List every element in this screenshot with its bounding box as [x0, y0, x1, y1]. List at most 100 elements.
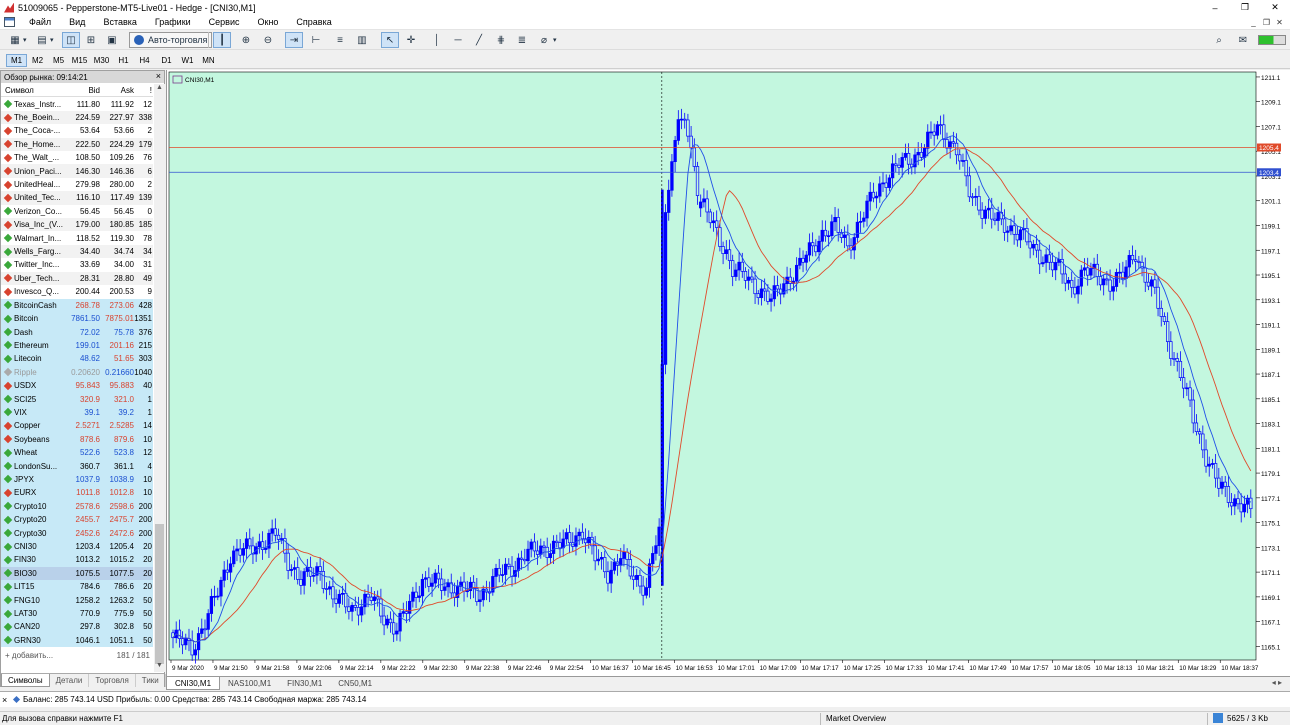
market-watch-row[interactable]: BitcoinCash 268.78 273.06 428: [1, 298, 153, 312]
tf-d1[interactable]: D1: [156, 54, 177, 67]
market-watch-row[interactable]: UnitedHeal... 279.98 280.00 2: [1, 178, 153, 191]
market-watch-row[interactable]: The_Coca-... 53.64 53.66 2: [1, 124, 153, 137]
profiles-icon[interactable]: ▤: [33, 32, 51, 48]
toolbox-close-button[interactable]: ×: [2, 695, 7, 705]
menu-insert[interactable]: Вставка: [94, 17, 145, 27]
chart-tab-nas100[interactable]: NAS100,M1: [220, 677, 279, 690]
tf-m5[interactable]: M5: [48, 54, 69, 67]
chat-icon[interactable]: ✉: [1234, 32, 1252, 48]
menu-tools[interactable]: Сервис: [200, 17, 249, 27]
mdi-minimize-button[interactable]: _: [1247, 15, 1260, 30]
chart-tab-cni30[interactable]: CNI30,M1: [166, 677, 221, 690]
tab-trading[interactable]: Торговля: [89, 674, 136, 687]
scroll-up-icon[interactable]: ▲: [154, 84, 165, 94]
menu-view[interactable]: Вид: [60, 17, 94, 27]
shapes-dropdown-icon[interactable]: ▾: [553, 32, 557, 48]
market-watch-row[interactable]: Copper 2.5271 2.5285 14: [1, 419, 153, 433]
market-watch-row[interactable]: USDX 95.843 95.883 40: [1, 378, 153, 393]
market-watch-row[interactable]: Wheat 522.6 523.8 12: [1, 445, 153, 460]
tf-m30[interactable]: M30: [91, 54, 112, 67]
tf-m2[interactable]: M2: [27, 54, 48, 67]
maximize-button[interactable]: ❐: [1230, 0, 1260, 15]
menu-window[interactable]: Окно: [249, 17, 288, 27]
plot-area[interactable]: [168, 71, 1257, 661]
market-watch-row[interactable]: Texas_Instr... 111.80 111.92 12: [1, 97, 153, 110]
channel-icon[interactable]: ⋕: [492, 32, 510, 48]
price-chart[interactable]: 1211.11209.11207.11205.11203.11201.11199…: [167, 70, 1290, 676]
market-watch-icon[interactable]: ◫: [62, 32, 80, 48]
fibonacci-icon[interactable]: ≣: [513, 32, 531, 48]
new-chart-icon[interactable]: ▦: [6, 32, 24, 48]
menu-file[interactable]: Файл: [20, 17, 60, 27]
trend-line-icon[interactable]: ╱: [470, 32, 488, 48]
mdi-restore-button[interactable]: ❐: [1260, 15, 1273, 30]
candlestick-icon[interactable]: ┃: [213, 32, 231, 48]
market-watch-row[interactable]: GRN30 1046.1 1051.1 50: [1, 633, 153, 648]
chart-tabs-scroll-icon[interactable]: ◂ ▸: [1272, 678, 1282, 687]
scroll-down-icon[interactable]: ▼: [154, 662, 165, 672]
indicators-icon[interactable]: ≡: [331, 32, 349, 48]
zoom-in-icon[interactable]: ⊕: [237, 32, 255, 48]
vertical-line-icon[interactable]: │: [428, 32, 446, 48]
market-watch-close-button[interactable]: ×: [156, 71, 161, 81]
market-watch-row[interactable]: CNI30 1203.4 1205.4 20: [1, 539, 153, 554]
chart-tab-fin30[interactable]: FIN30,M1: [279, 677, 330, 690]
add-symbol-link[interactable]: + добавить...: [5, 651, 53, 660]
chart-shift-icon[interactable]: ⊢: [307, 32, 325, 48]
tab-details[interactable]: Детали: [50, 674, 90, 687]
mdi-close-button[interactable]: ✕: [1273, 15, 1286, 30]
add-symbol-row[interactable]: + добавить... 181 / 181: [1, 649, 153, 662]
market-watch-row[interactable]: LondonSu... 360.7 361.1 4: [1, 459, 153, 473]
zoom-out-icon[interactable]: ⊖: [259, 32, 277, 48]
tab-ticks[interactable]: Тики: [136, 674, 166, 687]
market-watch-row[interactable]: Ethereum 199.01 201.16 215: [1, 338, 153, 353]
market-watch-row[interactable]: VIX 39.1 39.2 1: [1, 405, 153, 420]
scroll-thumb[interactable]: [155, 524, 164, 664]
market-watch-row[interactable]: CAN20 297.8 302.8 50: [1, 620, 153, 634]
market-watch-row[interactable]: Twitter_Inc... 33.69 34.00 31: [1, 258, 153, 271]
tf-w1[interactable]: W1: [177, 54, 198, 67]
search-icon[interactable]: ⌕: [1210, 32, 1228, 48]
market-watch-scrollbar[interactable]: ▲ ▼: [154, 84, 165, 672]
market-watch-row[interactable]: SCI25 320.9 321.0 1: [1, 392, 153, 406]
autoscroll-icon[interactable]: ⇥: [285, 32, 303, 48]
column-bid[interactable]: Bid: [67, 86, 100, 95]
market-watch-row[interactable]: Dash 72.02 75.78 376: [1, 325, 153, 339]
data-window-icon[interactable]: ⊞: [82, 32, 100, 48]
market-watch-row[interactable]: The_Boein... 224.59 227.97 338: [1, 110, 153, 125]
market-watch-row[interactable]: Wells_Farg... 34.40 34.74 34: [1, 244, 153, 259]
column-ask[interactable]: Ask: [100, 86, 134, 95]
market-watch-row[interactable]: Crypto30 2452.6 2472.6 200: [1, 526, 153, 540]
market-watch-row[interactable]: EURX 1011.8 1012.8 10: [1, 486, 153, 500]
market-watch-row[interactable]: LIT15 784.6 786.6 20: [1, 580, 153, 594]
market-watch-row[interactable]: BIO30 1075.5 1077.5 20: [1, 566, 153, 581]
menu-charts[interactable]: Графики: [146, 17, 200, 27]
market-watch-row[interactable]: Uber_Tech... 28.31 28.80 49: [1, 271, 153, 286]
crosshair-icon[interactable]: ✛: [402, 32, 420, 48]
column-symbol[interactable]: Символ: [5, 86, 67, 95]
profile-name[interactable]: Market Overview: [826, 714, 886, 723]
market-watch-row[interactable]: Ripple 0.20620 0.21660 1040: [1, 365, 153, 379]
autotrading-button[interactable]: Авто-торговля: [129, 32, 213, 48]
market-watch-row[interactable]: Crypto10 2578.6 2598.6 200: [1, 499, 153, 513]
market-watch-row[interactable]: Verizon_Co... 56.45 56.45 0: [1, 205, 153, 218]
shapes-icon[interactable]: ⌀: [535, 32, 553, 48]
chart-tab-cn50[interactable]: CN50,M1: [330, 677, 380, 690]
tf-h1[interactable]: H1: [113, 54, 134, 67]
market-watch-row[interactable]: Walmart_In... 118.52 119.30 78: [1, 231, 153, 244]
market-watch-row[interactable]: FIN30 1013.2 1015.2 20: [1, 553, 153, 567]
new-chart-dropdown-icon[interactable]: ▾: [23, 32, 27, 48]
tf-h4[interactable]: H4: [134, 54, 155, 67]
market-watch-row[interactable]: The_Walt_... 108.50 109.26 76: [1, 151, 153, 164]
market-watch-row[interactable]: The_Home... 222.50 224.29 179: [1, 137, 153, 152]
navigator-icon[interactable]: ▣: [103, 32, 121, 48]
horizontal-line-icon[interactable]: ─: [449, 32, 467, 48]
minimize-button[interactable]: –: [1200, 0, 1230, 15]
chart-window-icon[interactable]: [4, 17, 15, 27]
market-watch-row[interactable]: JPYX 1037.9 1038.9 10: [1, 472, 153, 487]
market-watch-row[interactable]: Visa_Inc_(V... 179.00 180.85 185: [1, 218, 153, 232]
column-spread[interactable]: !: [134, 86, 152, 95]
tf-m1[interactable]: M1: [6, 54, 27, 67]
market-watch-row[interactable]: Crypto20 2455.7 2475.7 200: [1, 513, 153, 527]
profiles-dropdown-icon[interactable]: ▾: [50, 32, 54, 48]
